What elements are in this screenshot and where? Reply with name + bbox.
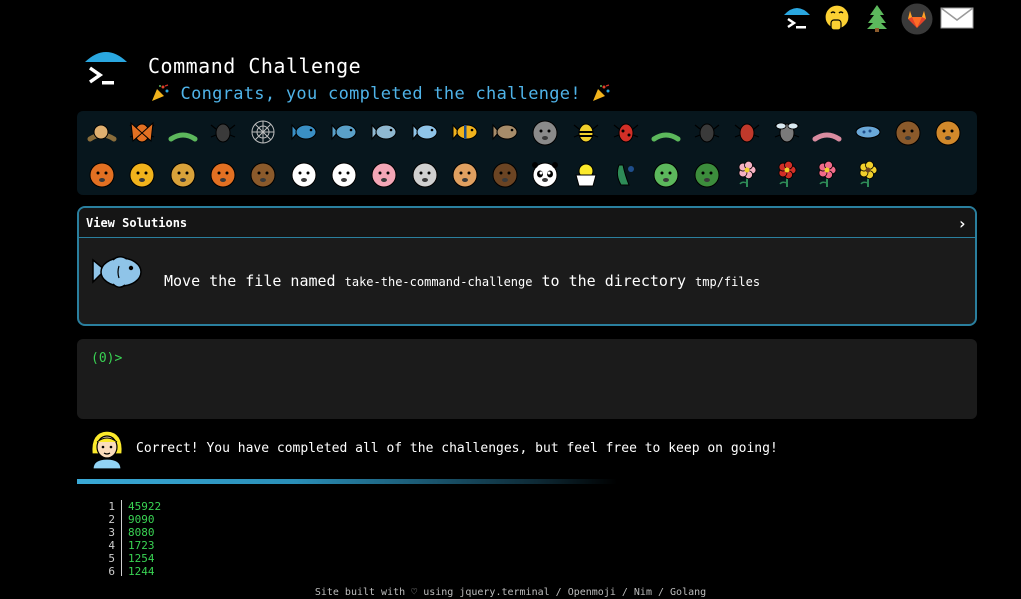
ant-icon[interactable] xyxy=(203,114,243,150)
cat-icon[interactable] xyxy=(122,156,162,192)
evergreen-tree-icon[interactable] xyxy=(862,3,892,33)
frog-icon[interactable] xyxy=(646,156,686,192)
hamster-icon[interactable] xyxy=(445,156,485,192)
command-output: 1 45922 2 9090 3 8080 4 1723 5 1254 6 1244 xyxy=(100,500,300,576)
microbe-icon[interactable] xyxy=(848,114,888,150)
line-number: 6 xyxy=(100,565,122,576)
lady-beetle-icon[interactable] xyxy=(606,114,646,150)
output-line: 4 1723 xyxy=(100,539,300,552)
line-value: 9090 xyxy=(128,513,155,526)
hatching-chick-icon[interactable] xyxy=(566,156,606,192)
bug-icon[interactable] xyxy=(163,114,203,150)
page-title: Command Challenge xyxy=(148,54,362,78)
snail-icon[interactable] xyxy=(82,114,122,150)
terminal-umbrella-icon[interactable] xyxy=(782,3,812,33)
output-line: 1 45922 xyxy=(100,500,300,513)
cow-icon[interactable] xyxy=(324,156,364,192)
lion-icon[interactable] xyxy=(163,156,203,192)
challenge-filename: take-the-command-challenge xyxy=(344,275,533,289)
line-value: 8080 xyxy=(128,526,155,539)
whale-icon[interactable] xyxy=(283,114,323,150)
line-number: 4 xyxy=(100,539,122,552)
line-value: 45922 xyxy=(128,500,162,513)
woman-avatar-icon xyxy=(88,428,126,470)
envelope-icon[interactable] xyxy=(940,3,974,33)
line-number: 2 xyxy=(100,513,122,526)
terminal-input[interactable]: (0)> xyxy=(77,339,977,419)
unicorn-icon[interactable] xyxy=(283,156,323,192)
worm-icon[interactable] xyxy=(807,114,847,150)
view-solutions-label: View Solutions xyxy=(86,216,188,230)
line-value: 1254 xyxy=(128,552,155,565)
mouse-icon[interactable] xyxy=(404,156,444,192)
cherry-blossom-icon[interactable] xyxy=(727,156,767,192)
bee-icon[interactable] xyxy=(566,114,606,150)
challenge-text-part: to the directory xyxy=(532,272,696,290)
view-solutions-toggle[interactable]: View Solutions › xyxy=(79,208,975,238)
line-number: 1 xyxy=(100,500,122,513)
challenge-text-part: Move the file named xyxy=(164,272,345,290)
face-hand-over-mouth-icon[interactable] xyxy=(822,3,852,33)
top-nav xyxy=(780,3,980,35)
line-number: 3 xyxy=(100,526,122,539)
fox-icon[interactable] xyxy=(82,156,122,192)
site-logo-icon[interactable] xyxy=(84,46,128,96)
party-popper-icon xyxy=(591,84,611,102)
gitlab-icon[interactable] xyxy=(901,3,933,35)
dog-icon[interactable] xyxy=(928,114,968,150)
output-line: 2 9090 xyxy=(100,513,300,526)
fish-icon xyxy=(89,252,145,298)
fish-icon[interactable] xyxy=(404,114,444,150)
output-line: 5 1254 xyxy=(100,552,300,565)
line-number: 5 xyxy=(100,552,122,565)
footer-credits: Site built with ♡ using jquery.terminal … xyxy=(314,587,707,598)
emoji-row xyxy=(82,156,888,192)
spider-web-icon[interactable] xyxy=(243,114,283,150)
blowfish-icon[interactable] xyxy=(485,114,525,150)
party-popper-icon xyxy=(150,84,170,102)
tiger-icon[interactable] xyxy=(203,156,243,192)
shark-icon[interactable] xyxy=(324,114,364,150)
spider-icon[interactable] xyxy=(686,114,726,150)
chevron-right-icon[interactable]: › xyxy=(957,214,967,233)
page-subtitle: Congrats, you completed the challenge! xyxy=(150,84,611,104)
line-value: 1244 xyxy=(128,565,155,576)
dolphin-icon[interactable] xyxy=(364,114,404,150)
challenge-progress-panel xyxy=(77,111,977,195)
fly-icon[interactable] xyxy=(767,114,807,150)
peacock-icon[interactable] xyxy=(606,156,646,192)
challenge-directory: tmp/files xyxy=(695,275,761,289)
rose-icon[interactable] xyxy=(767,156,807,192)
emoji-row xyxy=(82,114,969,150)
panda-icon[interactable] xyxy=(525,156,565,192)
scorpion-icon[interactable] xyxy=(727,114,767,150)
pig-icon[interactable] xyxy=(364,156,404,192)
butterfly-icon[interactable] xyxy=(122,114,162,150)
line-value: 1723 xyxy=(128,539,155,552)
sunflower-icon[interactable] xyxy=(848,156,888,192)
output-line: 6 1244 xyxy=(100,565,300,576)
bear-icon[interactable] xyxy=(485,156,525,192)
congrats-text: Congrats, you completed the challenge! xyxy=(180,84,581,104)
horse-icon[interactable] xyxy=(243,156,283,192)
terminal-prompt: (0)> xyxy=(91,351,123,366)
hibiscus-icon[interactable] xyxy=(807,156,847,192)
result-divider xyxy=(77,479,617,484)
wolf-icon[interactable] xyxy=(525,114,565,150)
dragon-icon[interactable] xyxy=(686,156,726,192)
lizard-icon[interactable] xyxy=(646,114,686,150)
monkey-icon[interactable] xyxy=(888,114,928,150)
challenge-description: Move the file named take-the-command-cha… xyxy=(164,272,760,290)
tropical-fish-icon[interactable] xyxy=(445,114,485,150)
output-line: 3 8080 xyxy=(100,526,300,539)
solutions-box: View Solutions › Move the file named tak… xyxy=(77,206,977,326)
result-message: Correct! You have completed all of the c… xyxy=(136,441,778,456)
